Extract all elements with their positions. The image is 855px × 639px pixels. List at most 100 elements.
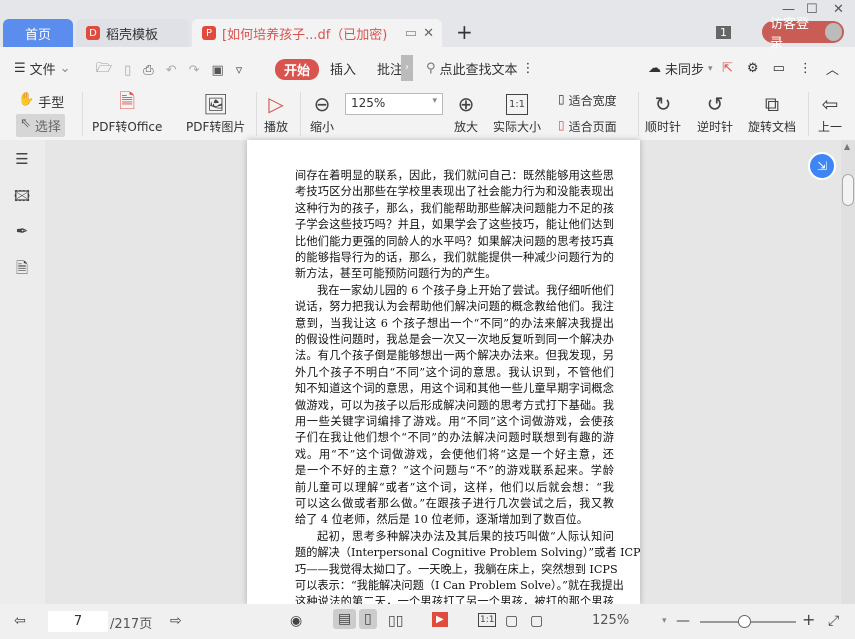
previous-button[interactable]: ⇦ 上一 [818,90,842,135]
zoom-select[interactable]: 125% ▾ [345,93,443,115]
single-page-icon[interactable]: ▤ [333,609,357,629]
zoom-out-icon: ⊖ [313,92,331,116]
text-line: 法。有几个孩子倒是能够想出一两个解决办法来。但我发现，另 [295,349,614,363]
search-box[interactable]: ⚲ 点此查找文本 ⋮ [426,59,535,78]
fit-page-icon[interactable]: ▢ [505,613,518,629]
actual-size-button[interactable]: 1:1 实际大小 [493,90,541,135]
scroll-tabs-right-button[interactable]: › [401,55,413,81]
more-icon[interactable]: ⋮ [799,61,812,76]
hand-icon: ✋ [18,92,35,107]
zoom-value: 125% [351,96,386,110]
tab-document[interactable]: P [如何培养孩子...df（已加密) ▭ ✕ [192,19,442,47]
text-line: 的假设性问题时，我总是会一次又一次地反复听到同一个解决办 [295,333,614,346]
text-line: 子们在我让他们想个“不同”的办法解决问题时联想到有趣的游 [295,431,614,445]
actual-size-icon: 1:1 [505,90,529,118]
rotate-document-button[interactable]: ⧉ 旋转文档 [748,90,796,135]
tab-home[interactable]: 首页 [3,19,73,47]
more-icon[interactable]: ⋮ [522,61,535,76]
quick-access: 🗁 ▯ ⎙ ↶ ↷ ▣ ▿ [96,59,242,81]
pen-icon[interactable]: ✒ [12,222,32,242]
fit-width-button[interactable]: ▯ 适合宽度 [558,92,617,109]
maximize-icon[interactable]: ☐ [806,2,818,17]
text-line: 起初，思考多种解决办法及其后果的技巧叫做“人际认知问 [317,529,614,543]
redo-icon[interactable]: ↷ [189,63,200,78]
cloud-icon: ☁ [648,61,661,76]
sync-status[interactable]: ☁ 未同步 ▾ [648,59,713,78]
text-line: 戏。用“不”这个词做游戏，会使他们将“这是一个好主意，还 [295,447,614,461]
close-window-icon[interactable]: ✕ [833,2,844,17]
play-icon[interactable]: ▶ [432,612,448,627]
pin-icon[interactable]: ▭ [405,26,417,41]
zoom-in-button[interactable]: ⊕ 放大 [454,90,478,135]
collapse-icon[interactable]: ︿ [826,59,839,78]
file-menu[interactable]: ☰ 文件 ⌄ [14,59,71,78]
tab-insert[interactable]: 插入 [330,59,356,78]
text-line: 间存在着明显的联系，因此，我们就问自己：既然能够用这些思 [295,169,614,182]
text-line: 外几个孩子不明白“不同”这个词的意思。我认识到，不管他们 [295,365,614,379]
more-down-icon[interactable]: ▿ [236,63,243,78]
vertical-scrollbar[interactable]: ▲ [841,140,855,604]
share-icon[interactable]: ⇱ [722,61,733,76]
rotate-cw-button[interactable]: ↻ 顺时针 [645,90,681,135]
zoom-in-icon[interactable]: + [802,610,815,629]
annotate-label: 批注 [377,63,404,78]
close-tab-icon[interactable]: ✕ [423,26,434,41]
tab-annotate[interactable]: 批注 [377,59,403,78]
tab-start[interactable]: 开始 [275,59,320,80]
rotate-ccw-button[interactable]: ↺ 逆时针 [697,90,733,135]
actual-size-icon-text: 1:1 [505,93,529,115]
export-icon[interactable]: ▣ [212,63,224,78]
comment-icon[interactable]: ▭ [773,61,785,76]
label: 适合宽度 [568,94,617,108]
minimize-icon[interactable]: — [782,2,795,17]
page-number-input[interactable]: 7 [48,611,108,632]
document-area: ☰ 🖾 ✒ 🗎 间存在着明显的联系，因此，我们就问自己：既然能够用这些思 考技巧区… [0,140,855,604]
text-line: 知不知道这个词的意思，用这个词和其他一些儿童早期字词概念 [295,382,614,396]
login-label: 访客登录 [770,17,810,51]
ribbon: ✋ 手型 ⇖ 选择 🗎 PDF转Office 🖼 PDF转图片 ▷ 播放 ⊖ 缩小 125%… [0,88,855,140]
convert-word-icon[interactable]: 🗎 [12,258,32,278]
scrollbar-thumb[interactable] [842,174,854,206]
eye-protection-icon[interactable]: ◉ [290,613,302,629]
thumbnail-icon[interactable]: 🖾 [12,186,32,206]
select-label: 选择 [34,120,61,135]
next-page-icon[interactable]: ⇨ [170,613,182,629]
two-page-icon[interactable]: ▯▯ [388,613,403,629]
play-button[interactable]: ▷ 播放 [264,90,288,135]
window-count-badge[interactable]: 1 [716,26,731,39]
search-icon: ⚲ [426,61,436,76]
gear-icon[interactable]: ⚙ [747,61,759,76]
right-tools: ⇱ ⚙ ▭ ⋮ ︿ [722,59,839,78]
zoom-out-button[interactable]: ⊖ 缩小 [310,90,334,135]
fit-page-button[interactable]: ▯ 适合页面 [558,118,617,135]
pdf-to-office-button[interactable]: 🗎 PDF转Office [92,89,163,135]
text-line: 这种行为的孩子，那么，我们能帮助那些解决问题能力不足的孩 [295,201,614,215]
zoom-slider-handle[interactable] [738,615,751,628]
menu-icon: ☰ [14,61,26,76]
new-tab-button[interactable]: + [456,20,473,44]
select-tool[interactable]: ⇖ 选择 [16,114,65,137]
print-icon[interactable]: ⎙ [143,63,153,78]
label: 旋转文档 [748,120,797,134]
prev-page-icon[interactable]: ⇦ [14,613,26,629]
fullscreen-icon[interactable]: ⤢ [828,613,839,629]
continuous-page-icon[interactable]: ▯ [359,609,377,629]
outline-icon[interactable]: ☰ [12,150,32,170]
login-button[interactable]: 访客登录 [762,17,844,51]
scroll-up-icon[interactable]: ▲ [844,142,850,151]
chevron-down-icon[interactable]: ▾ [662,616,667,626]
tab-label: 稻壳模板 [106,27,159,43]
label: 实际大小 [493,120,542,134]
undo-icon[interactable]: ↶ [166,63,177,78]
hand-tool[interactable]: ✋ 手型 [18,92,64,111]
open-icon[interactable]: 🗁 [96,59,112,81]
zoom-out-icon[interactable]: — [676,613,690,629]
convert-floating-button[interactable]: ⇲ [808,152,836,180]
label: 放大 [454,120,479,134]
fit-width-icon[interactable]: ▢ [530,613,543,629]
tab-templates[interactable]: D 稻壳模板 [76,19,189,47]
label: PDF转Office [92,120,163,134]
pdf-to-image-button[interactable]: 🖼 PDF转图片 [186,90,245,135]
save-icon[interactable]: ▯ [124,63,131,78]
actual-size-icon[interactable]: 1:1 [478,613,497,627]
